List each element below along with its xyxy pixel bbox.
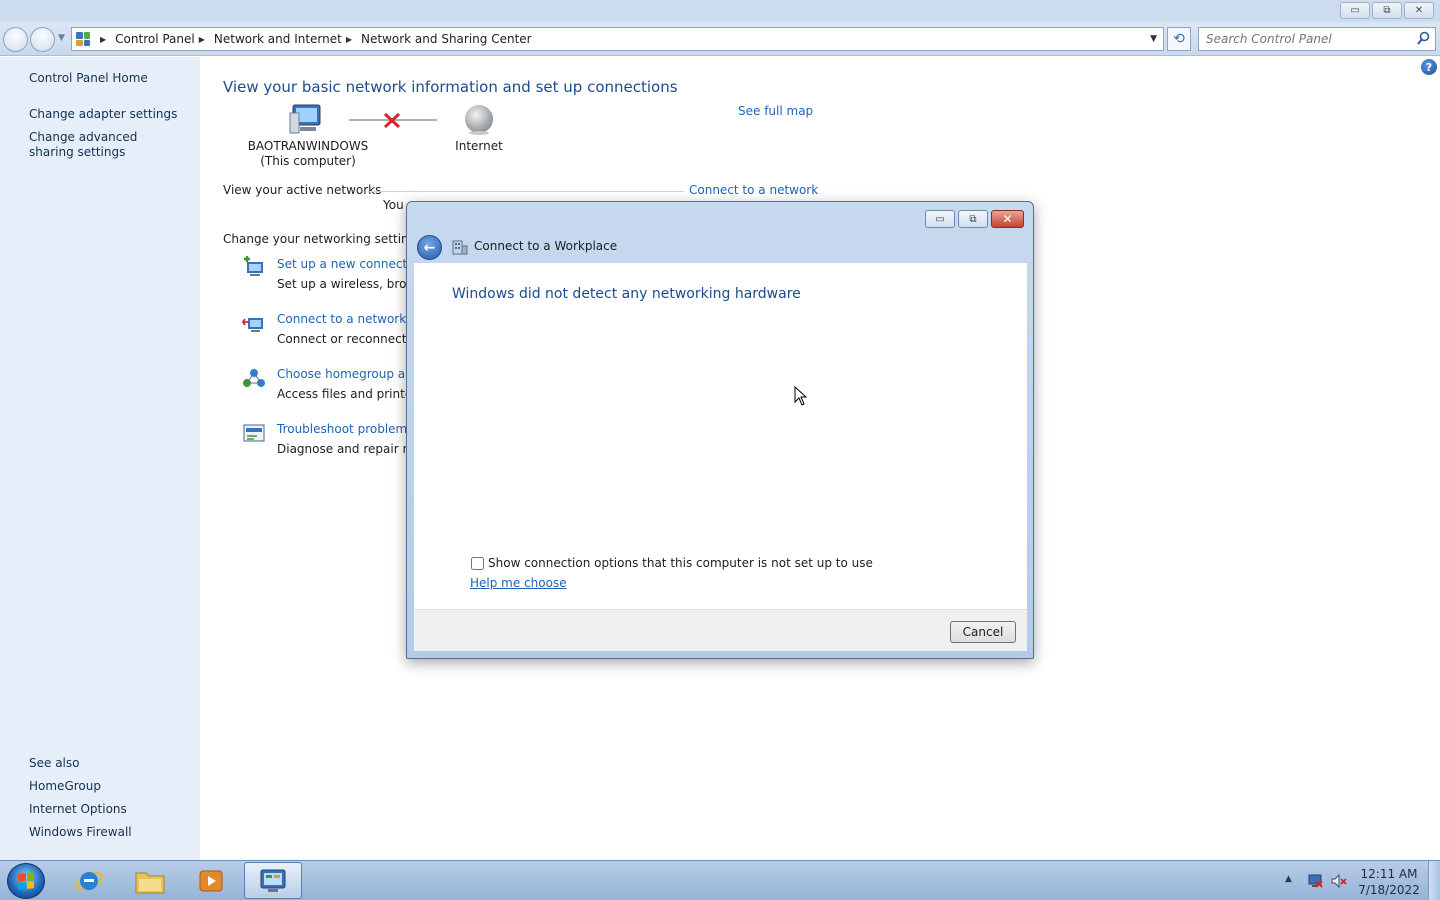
connect-to-network-link[interactable]: Connect to a network <box>277 312 406 326</box>
help-icon[interactable]: ? <box>1421 59 1437 75</box>
sidebar-control-panel-home[interactable]: Control Panel Home <box>29 71 148 86</box>
dialog-footer: Cancel <box>414 609 1027 651</box>
change-settings-heading: Change your networking settings <box>223 232 423 246</box>
taskbar: ▲ 12:11 AM 7/18/2022 <box>0 860 1440 900</box>
control-panel-icon <box>260 869 286 892</box>
refresh-button[interactable]: ⟲ <box>1167 27 1191 51</box>
chevron-right-icon[interactable]: ▶ <box>199 35 205 44</box>
workplace-icon <box>452 240 468 255</box>
breadcrumb[interactable]: ▶ Control Panel ▶ Network and Internet ▶… <box>71 27 1164 51</box>
volume-muted-tray-icon[interactable] <box>1331 873 1347 889</box>
connect-to-network-link-top[interactable]: Connect to a network <box>689 183 818 197</box>
breadcrumb-network-sharing-center[interactable]: Network and Sharing Center <box>361 32 532 46</box>
recent-pages-dropdown-icon[interactable]: ▼ <box>58 33 65 43</box>
sidebar-internet-options[interactable]: Internet Options <box>29 802 127 817</box>
restore-button[interactable]: ⧉ <box>1372 2 1402 19</box>
divider <box>368 191 684 192</box>
show-options-checkbox-row[interactable]: Show connection options that this comput… <box>471 556 873 570</box>
cancel-button[interactable]: Cancel <box>950 621 1016 643</box>
search-icon[interactable] <box>1417 31 1430 46</box>
help-me-choose-link[interactable]: Help me choose <box>470 576 567 590</box>
connect-network-icon <box>242 318 263 332</box>
chevron-right-icon[interactable]: ▶ <box>346 35 352 44</box>
see-also-heading: See also <box>29 756 80 770</box>
system-clock[interactable]: 12:11 AM 7/18/2022 <box>1356 866 1422 898</box>
search-box[interactable] <box>1198 27 1436 51</box>
network-disconnected-tray-icon[interactable] <box>1307 873 1323 889</box>
active-network-status: You <box>383 198 404 212</box>
sidebar: Control Panel Home Change adapter settin… <box>0 57 200 860</box>
see-full-map-link[interactable]: See full map <box>738 104 813 118</box>
dialog-window-controls: ▭ ⧉ ✕ <box>925 210 1024 228</box>
computer-icon <box>289 104 321 134</box>
homegroup-icon <box>243 369 265 387</box>
taskbar-control-panel[interactable] <box>244 862 302 899</box>
active-networks-heading: View your active networks <box>223 183 382 197</box>
dialog-minimize-button[interactable]: ▭ <box>925 210 955 228</box>
address-dropdown-icon[interactable]: ▼ <box>1150 34 1157 44</box>
computer-name: BAOTRANWINDOWS <box>247 139 369 153</box>
connect-to-network-desc: Connect or reconnect to <box>277 332 423 346</box>
taskbar-media-player[interactable] <box>182 862 240 899</box>
computer-sublabel: (This computer) <box>260 154 356 168</box>
window-titlebar: ▭ ⧉ ✕ <box>0 0 1440 22</box>
dialog-heading: Windows did not detect any networking ha… <box>452 286 801 302</box>
show-options-label: Show connection options that this comput… <box>488 556 873 570</box>
tray-overflow-icon[interactable]: ▲ <box>1285 874 1292 884</box>
arrow-left-icon: ← <box>423 239 436 256</box>
choose-homegroup-link[interactable]: Choose homegroup and <box>277 367 420 381</box>
taskbar-file-explorer[interactable] <box>121 862 179 899</box>
sidebar-change-advanced-sharing[interactable]: Change advanced sharing settings <box>29 130 179 160</box>
show-options-checkbox[interactable] <box>471 556 484 570</box>
control-panel-icon <box>76 32 90 46</box>
sidebar-windows-firewall[interactable]: Windows Firewall <box>29 825 132 840</box>
back-button[interactable] <box>3 27 28 52</box>
clock-time: 12:11 AM <box>1360 867 1418 881</box>
window-controls: ▭ ⧉ ✕ <box>1340 2 1434 19</box>
file-explorer-icon <box>135 872 165 893</box>
search-input[interactable] <box>1199 28 1409 50</box>
globe-icon <box>465 105 493 135</box>
connect-workplace-dialog: ▭ ⧉ ✕ ← Connect to a Workplace Windows d… <box>406 201 1034 659</box>
dialog-maximize-button[interactable]: ⧉ <box>958 210 988 228</box>
show-desktop-button[interactable] <box>1428 861 1440 900</box>
breadcrumb-network-and-internet[interactable]: Network and Internet <box>214 32 342 46</box>
new-connection-icon <box>244 256 263 276</box>
refresh-icon: ⟲ <box>1173 31 1185 47</box>
choose-homegroup-desc: Access files and printers <box>277 387 424 401</box>
troubleshoot-link[interactable]: Troubleshoot problems <box>277 422 413 436</box>
windows-logo-icon <box>18 872 34 890</box>
disconnected-link-icon <box>349 112 437 129</box>
dialog-close-button[interactable]: ✕ <box>991 210 1024 228</box>
internet-explorer-icon <box>75 871 103 890</box>
chevron-right-icon[interactable]: ▶ <box>100 35 106 44</box>
forward-button[interactable] <box>30 27 55 52</box>
internet-label: Internet <box>455 139 503 153</box>
setup-new-connection-link[interactable]: Set up a new connection <box>277 257 425 271</box>
close-button[interactable]: ✕ <box>1404 2 1434 19</box>
sidebar-homegroup[interactable]: HomeGroup <box>29 779 101 794</box>
start-button[interactable] <box>7 863 45 899</box>
mouse-cursor-icon <box>794 386 808 406</box>
dialog-title: Connect to a Workplace <box>474 239 618 253</box>
taskbar-internet-explorer[interactable] <box>60 862 118 899</box>
address-toolbar: ▼ ▶ Control Panel ▶ Network and Internet… <box>0 22 1440 56</box>
page-title: View your basic network information and … <box>223 78 678 96</box>
dialog-body: Windows did not detect any networking ha… <box>414 263 1027 609</box>
dialog-back-button[interactable]: ← <box>417 235 442 260</box>
minimize-button[interactable]: ▭ <box>1340 2 1370 19</box>
media-player-icon <box>199 870 223 891</box>
clock-date: 7/18/2022 <box>1358 883 1420 897</box>
breadcrumb-control-panel[interactable]: Control Panel <box>115 32 195 46</box>
sidebar-change-adapter-settings[interactable]: Change adapter settings <box>29 107 177 122</box>
troubleshoot-icon <box>243 424 265 442</box>
